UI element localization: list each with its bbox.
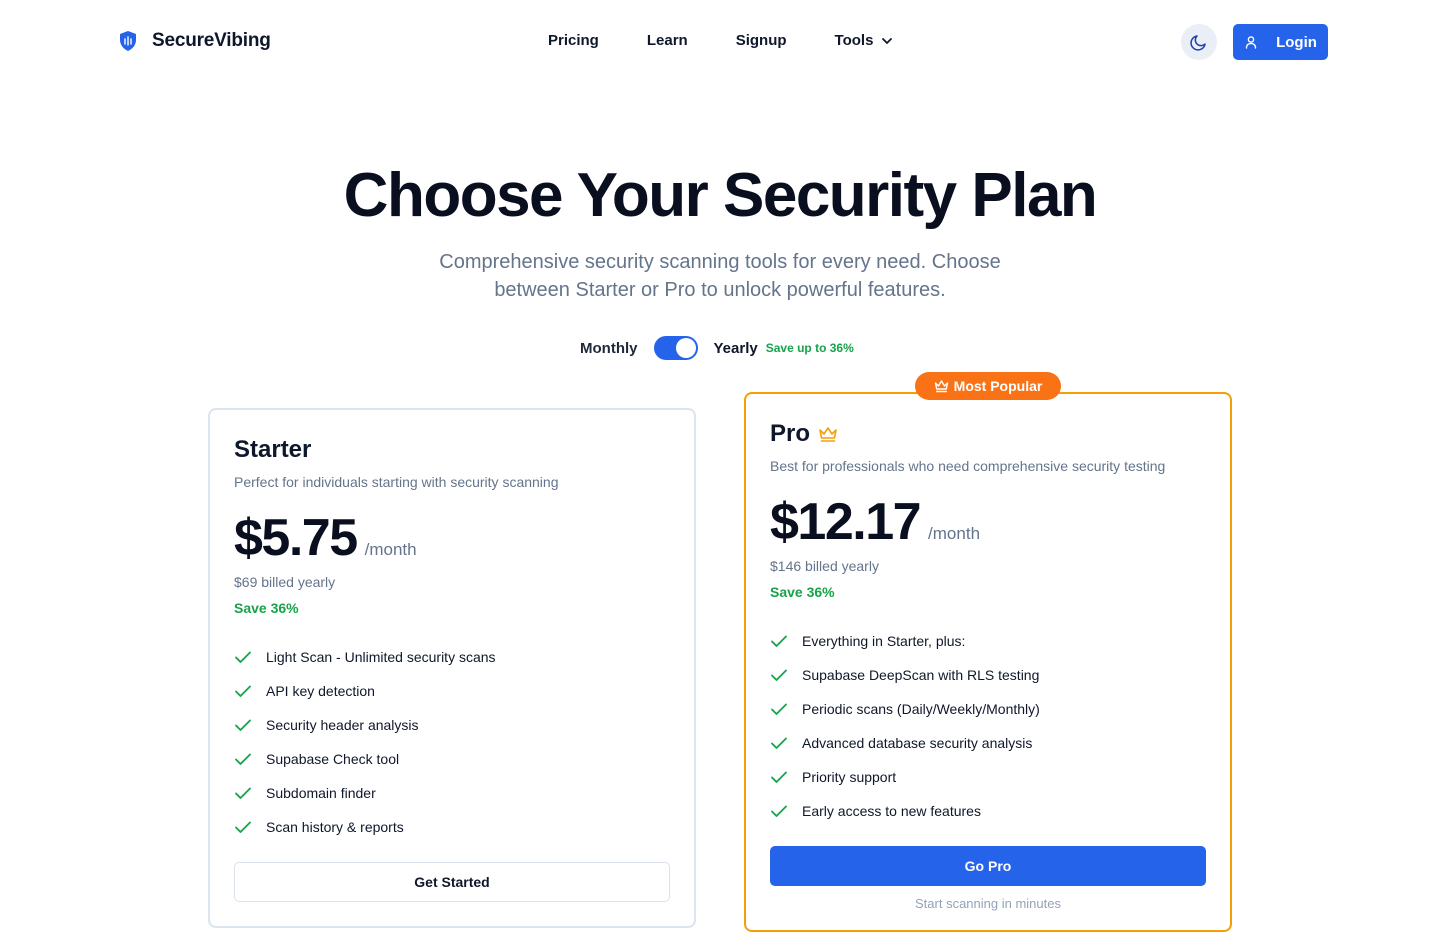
check-icon xyxy=(235,787,251,799)
badge-label: Most Popular xyxy=(953,378,1043,394)
plan-price: $5.75 xyxy=(234,509,358,567)
main-nav: Pricing Learn Signup Tools xyxy=(548,32,941,49)
check-icon xyxy=(235,821,251,833)
brand-name: SecureVibing xyxy=(152,30,271,51)
chevron-down-icon xyxy=(882,37,893,44)
shield-icon xyxy=(120,31,136,51)
user-icon xyxy=(1245,36,1257,49)
feature-item: Scan history & reports xyxy=(234,810,670,844)
top-navbar: SecureVibing Pricing Learn Signup Tools … xyxy=(0,0,1440,84)
savings-text: Save 36% xyxy=(770,584,835,600)
most-popular-badge: Most Popular xyxy=(915,372,1061,400)
check-icon xyxy=(771,737,787,749)
plan-name: Pro xyxy=(770,420,811,447)
theme-toggle-button[interactable] xyxy=(1181,24,1217,60)
login-button[interactable]: Login xyxy=(1233,24,1328,60)
savings-text: Save 36% xyxy=(234,600,299,616)
yearly-label[interactable]: Yearly xyxy=(714,340,758,357)
nav-link-tools-label: Tools xyxy=(834,32,874,49)
plan-description: Perfect for individuals starting with se… xyxy=(234,474,559,490)
feature-label: Subdomain finder xyxy=(266,785,376,801)
nav-link-pricing[interactable]: Pricing xyxy=(548,32,599,49)
brand-logo[interactable]: SecureVibing xyxy=(118,30,271,52)
price-row: $12.17 /month xyxy=(770,492,1206,552)
moon-icon xyxy=(1190,35,1206,51)
check-icon xyxy=(771,635,787,647)
plan-description: Best for professionals who need comprehe… xyxy=(770,458,1166,474)
feature-item: Supabase DeepScan with RLS testing xyxy=(770,658,1206,692)
page-subtitle: Comprehensive security scanning tools fo… xyxy=(439,251,1001,301)
feature-item: Everything in Starter, plus: xyxy=(770,624,1206,658)
nav-link-tools[interactable]: Tools xyxy=(835,32,894,49)
billed-yearly-text: $69 billed yearly xyxy=(234,574,336,590)
feature-label: Security header analysis xyxy=(266,717,419,733)
page-title: Choose Your Security Plan xyxy=(343,161,1098,230)
feature-item: Light Scan - Unlimited security scans xyxy=(234,640,670,674)
feature-label: Early access to new features xyxy=(802,803,981,819)
price-period: /month xyxy=(928,524,981,543)
check-icon xyxy=(235,719,251,731)
crown-icon xyxy=(934,380,948,393)
feature-label: Priority support xyxy=(802,769,897,785)
plan-name-row: Pro xyxy=(770,418,1206,450)
feature-list: Light Scan - Unlimited security scans AP… xyxy=(234,640,670,844)
check-icon xyxy=(235,753,251,765)
billing-toggle-row: Monthly Yearly Save up to 36% xyxy=(580,336,854,360)
login-label: Login xyxy=(1276,33,1317,51)
billing-period-switch[interactable] xyxy=(653,336,698,360)
starter-plan-card: Starter Perfect for individuals starting… xyxy=(208,408,696,928)
feature-label: Scan history & reports xyxy=(266,819,404,835)
switch-knob xyxy=(675,338,696,358)
check-icon xyxy=(771,669,787,681)
check-icon xyxy=(235,685,251,697)
nav-link-signup[interactable]: Signup xyxy=(736,32,787,49)
feature-list: Everything in Starter, plus: Supabase De… xyxy=(770,624,1206,828)
feature-item: Early access to new features xyxy=(770,794,1206,828)
nav-link-learn[interactable]: Learn xyxy=(647,32,688,49)
save-hint: Save up to 36% xyxy=(765,341,854,355)
feature-label: Periodic scans (Daily/Weekly/Monthly) xyxy=(802,701,1040,717)
feature-item: Supabase Check tool xyxy=(234,742,670,776)
check-icon xyxy=(771,771,787,783)
feature-label: Advanced database security analysis xyxy=(802,735,1033,751)
feature-label: API key detection xyxy=(266,683,375,699)
go-pro-button[interactable]: Go Pro xyxy=(770,846,1206,886)
monthly-label[interactable]: Monthly xyxy=(580,340,638,357)
feature-item: Security header analysis xyxy=(234,708,670,742)
feature-item: Periodic scans (Daily/Weekly/Monthly) xyxy=(770,692,1206,726)
pro-plan-card: Pro Best for professionals who need comp… xyxy=(744,392,1232,932)
pro-footnote: Start scanning in minutes xyxy=(915,896,1061,911)
price-period: /month xyxy=(364,540,417,559)
feature-label: Everything in Starter, plus: xyxy=(802,633,966,649)
check-icon xyxy=(771,805,787,817)
get-started-button[interactable]: Get Started xyxy=(234,862,670,902)
plan-price: $12.17 xyxy=(770,493,922,551)
feature-label: Supabase Check tool xyxy=(266,751,400,767)
feature-label: Light Scan - Unlimited security scans xyxy=(266,649,496,665)
plan-name: Starter xyxy=(234,436,312,463)
feature-item: Subdomain finder xyxy=(234,776,670,810)
crown-icon xyxy=(819,427,837,442)
feature-item: Priority support xyxy=(770,760,1206,794)
feature-item: API key detection xyxy=(234,674,670,708)
billed-yearly-text: $146 billed yearly xyxy=(770,558,879,574)
feature-item: Advanced database security analysis xyxy=(770,726,1206,760)
check-icon xyxy=(235,651,251,663)
check-icon xyxy=(771,703,787,715)
price-row: $5.75 /month xyxy=(234,508,670,568)
feature-label: Supabase DeepScan with RLS testing xyxy=(802,667,1040,683)
